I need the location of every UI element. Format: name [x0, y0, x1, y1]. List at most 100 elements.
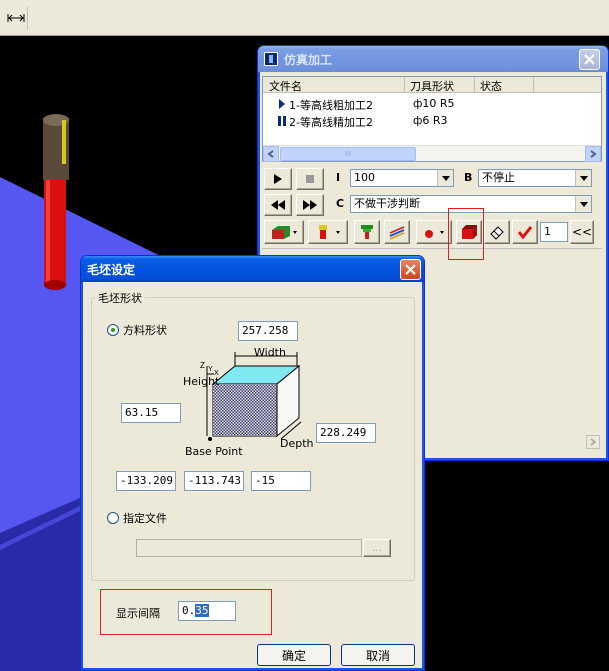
- file-list[interactable]: 文件名 刀具形状 状态 1-等高线粗加工2 ф10 R5 2-等高线精加工2 ф…: [262, 76, 602, 162]
- check-button[interactable]: [512, 220, 538, 244]
- checkmark-icon: [517, 226, 533, 240]
- stop-button[interactable]: [296, 168, 324, 190]
- diagram-base-label: Base Point: [185, 445, 243, 458]
- fast-forward-icon: [303, 200, 317, 210]
- file-shape-radio[interactable]: [107, 512, 119, 524]
- base-x-input[interactable]: -133.209: [116, 471, 176, 491]
- eraser-button[interactable]: [484, 220, 510, 244]
- holder-icon: [361, 225, 373, 239]
- rewind-button[interactable]: [264, 194, 292, 216]
- base-z-value: -15: [255, 474, 275, 487]
- column-filename[interactable]: 文件名: [269, 78, 302, 94]
- diagram-axis-y: Y: [208, 366, 213, 373]
- collision-value: 不做干涉判断: [354, 197, 420, 210]
- browse-label: ...: [372, 542, 382, 554]
- chevron-right-icon: [590, 150, 597, 158]
- base-x-value: -133.209: [120, 474, 173, 487]
- chevron-down-icon: [579, 201, 588, 207]
- stock-display-button[interactable]: [264, 220, 304, 244]
- collision-dropdown-button[interactable]: [575, 196, 591, 212]
- stop-condition-dropdown-button[interactable]: [575, 170, 591, 186]
- column-tool-shape[interactable]: 刀具形状: [410, 78, 454, 94]
- fit-width-button[interactable]: [4, 7, 28, 29]
- play-button[interactable]: [264, 168, 292, 190]
- file-shape-label[interactable]: 指定文件: [123, 510, 167, 526]
- chevron-down-icon: [579, 175, 588, 181]
- stop-condition-value: 不停止: [482, 171, 515, 184]
- stop-icon: [306, 175, 314, 183]
- log-scroll-right[interactable]: [586, 435, 600, 449]
- file-list-header: 文件名 刀具形状 状态: [263, 77, 601, 93]
- column-status[interactable]: 状态: [480, 78, 502, 94]
- stop-condition-select[interactable]: 不停止: [478, 169, 592, 187]
- file-row-name: 2-等高线精加工2: [289, 116, 373, 129]
- box-shape-radio[interactable]: [107, 324, 119, 336]
- diagram-height-label: Height: [183, 375, 220, 388]
- play-icon: [274, 174, 282, 184]
- file-row-name: 1-等高线粗加工2: [289, 99, 373, 112]
- holder-display-button[interactable]: [354, 220, 380, 244]
- top-toolbar: [0, 0, 609, 36]
- file-row[interactable]: 2-等高线精加工2 ф6 R3: [263, 113, 601, 129]
- highlight-box: [448, 208, 484, 260]
- scroll-right-button[interactable]: [585, 146, 601, 162]
- file-row-tool: ф6 R3: [413, 114, 448, 127]
- highlight-box: [100, 589, 272, 635]
- scroll-left-button[interactable]: [263, 146, 279, 162]
- box-shape-label[interactable]: 方料形状: [123, 322, 167, 338]
- color-point-button[interactable]: [416, 220, 452, 244]
- label-i: I: [336, 171, 341, 184]
- tool-display-icon: [319, 225, 340, 239]
- color-point-icon: [425, 230, 444, 238]
- base-z-input[interactable]: -15: [251, 471, 311, 491]
- tool-display-button[interactable]: [308, 220, 348, 244]
- collapse-label: <<: [571, 225, 593, 239]
- cancel-button[interactable]: 取消: [341, 644, 415, 666]
- simulation-window-titlebar[interactable]: 仿真加工: [258, 46, 608, 72]
- base-y-input[interactable]: -113.743: [184, 471, 244, 491]
- base-y-value: -113.743: [188, 474, 241, 487]
- file-list-hscrollbar[interactable]: III: [263, 145, 601, 162]
- label-b: B: [464, 171, 473, 184]
- label-c: C: [336, 197, 345, 210]
- height-input[interactable]: 63.15: [121, 403, 181, 423]
- file-path-input[interactable]: [136, 539, 362, 557]
- close-icon: [584, 54, 595, 65]
- blank-shape-group-label: 毛坯形状: [95, 290, 145, 306]
- diagram-width-label: Width: [254, 346, 286, 359]
- speed-select[interactable]: 100: [350, 169, 454, 187]
- depth-input[interactable]: 228.249: [316, 423, 376, 443]
- pause-marker-icon: [278, 116, 286, 126]
- blank-dialog-titlebar[interactable]: 毛坯设定: [81, 256, 424, 282]
- step-input[interactable]: 1: [540, 222, 568, 242]
- width-input[interactable]: 257.258: [238, 321, 298, 341]
- path-display-button[interactable]: [384, 220, 410, 244]
- stock-display-icon: [272, 226, 297, 239]
- ok-button[interactable]: 确定: [257, 644, 331, 666]
- step-value: 1: [544, 225, 551, 238]
- width-value: 257.258: [242, 324, 289, 337]
- chevron-down-icon: [441, 175, 450, 181]
- diagram-depth-label: Depth: [280, 437, 314, 450]
- file-row[interactable]: 1-等高线粗加工2 ф10 R5: [263, 96, 601, 112]
- height-value: 63.15: [125, 406, 159, 419]
- play-marker-icon: [279, 99, 285, 109]
- ok-label: 确定: [281, 648, 306, 663]
- close-icon: [405, 264, 416, 275]
- collapse-button[interactable]: <<: [570, 220, 594, 244]
- chevron-left-icon: [267, 150, 274, 158]
- speed-value: 100: [354, 171, 375, 184]
- browse-button[interactable]: ...: [363, 539, 391, 557]
- toolpath-icon: [389, 226, 405, 240]
- blank-dialog-close-button[interactable]: [400, 259, 421, 280]
- fit-width-icon: [7, 14, 24, 22]
- app-icon: [264, 52, 278, 66]
- rewind-icon: [271, 200, 285, 210]
- simulation-window-title: 仿真加工: [284, 52, 333, 67]
- fast-forward-button[interactable]: [296, 194, 324, 216]
- simulation-close-button[interactable]: [579, 49, 600, 70]
- scroll-thumb-grip: III: [344, 150, 352, 158]
- speed-dropdown-button[interactable]: [437, 170, 453, 186]
- diagram-axis-z: Z: [200, 361, 205, 370]
- scroll-thumb[interactable]: III: [280, 147, 416, 161]
